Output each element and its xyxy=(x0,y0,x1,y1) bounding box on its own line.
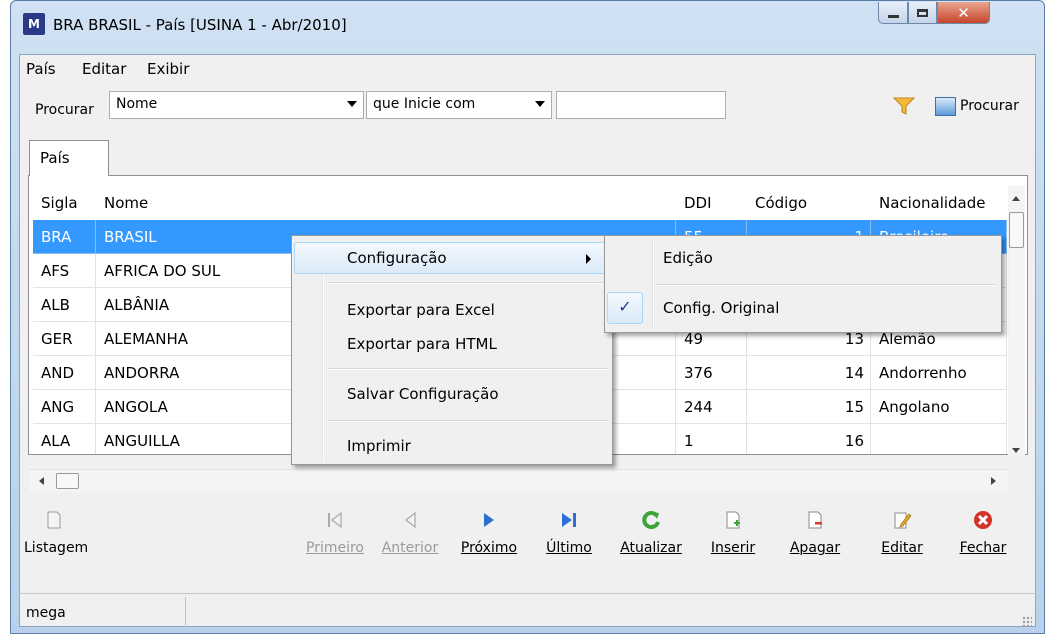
filter-funnel-icon[interactable] xyxy=(893,96,915,116)
search-button[interactable]: Procurar xyxy=(935,93,1019,119)
menu-item-config-original[interactable]: Config. Original xyxy=(607,292,997,324)
menu-separator xyxy=(328,282,608,284)
resize-grip-icon[interactable] xyxy=(1022,616,1032,626)
insert-record-icon xyxy=(726,511,740,529)
search-label: Procurar xyxy=(35,102,94,118)
menu-separator xyxy=(328,368,608,370)
listagem-button[interactable]: Listagem xyxy=(24,500,88,556)
window-title: BRA BRASIL - País [USINA 1 - Abr/2010] xyxy=(53,16,347,34)
scroll-up-icon[interactable] xyxy=(1012,196,1020,201)
menu-item-imprimir[interactable]: Imprimir xyxy=(294,430,608,462)
menu-item-edicao[interactable]: Edição xyxy=(607,242,997,274)
close-button[interactable]: ✕ xyxy=(937,2,990,24)
delete-button[interactable]: Apagar xyxy=(786,500,844,556)
vertical-scroll-thumb[interactable] xyxy=(1009,212,1024,248)
delete-record-icon xyxy=(808,511,822,529)
cell-sigla[interactable]: GER xyxy=(33,322,96,356)
status-bar: mega xyxy=(18,593,1036,630)
menu-bar: País Editar Exibir xyxy=(20,55,1035,81)
cell-sigla[interactable]: ALB xyxy=(33,288,96,322)
cell-nacionalidade[interactable]: Angolano xyxy=(871,390,1007,424)
menu-item-exportar-excel[interactable]: Exportar para Excel xyxy=(294,294,608,326)
last-record-icon xyxy=(562,513,576,527)
previous-record-button[interactable]: Anterior xyxy=(374,500,446,556)
cell-ddi[interactable]: 244 xyxy=(676,390,747,424)
chevron-down-icon xyxy=(535,101,545,107)
scroll-right-icon[interactable] xyxy=(991,477,996,485)
close-window-button[interactable]: Fechar xyxy=(953,500,1013,556)
horizontal-scroll-thumb[interactable] xyxy=(56,473,79,489)
first-record-button[interactable]: Primeiro xyxy=(304,500,366,556)
previous-record-icon xyxy=(405,511,416,529)
menu-item-exportar-html[interactable]: Exportar para HTML xyxy=(294,328,608,360)
tab-pais[interactable]: País xyxy=(29,140,109,176)
next-record-button[interactable]: Próximo xyxy=(452,500,526,556)
cell-sigla[interactable]: AFS xyxy=(33,254,96,288)
column-header-nome[interactable]: Nome xyxy=(96,186,676,220)
column-header-ddi[interactable]: DDI xyxy=(676,186,747,220)
cell-codigo[interactable]: 16 xyxy=(747,424,871,454)
menu-item-configuracao[interactable]: Configuração xyxy=(294,242,608,274)
edit-button[interactable]: Editar xyxy=(876,500,928,556)
status-user: mega xyxy=(20,597,186,627)
cell-ddi[interactable]: 1 xyxy=(676,424,747,454)
title-bar[interactable]: M BRA BRASIL - País [USINA 1 - Abr/2010]… xyxy=(11,1,1044,54)
last-record-button[interactable]: Último xyxy=(540,500,598,556)
menu-editar[interactable]: Editar xyxy=(82,60,126,78)
cell-codigo[interactable]: 14 xyxy=(747,356,871,390)
scroll-down-icon[interactable] xyxy=(1012,448,1020,453)
cell-nacionalidade[interactable]: Andorrenho xyxy=(871,356,1007,390)
cell-codigo[interactable]: 15 xyxy=(747,390,871,424)
minimize-button[interactable] xyxy=(878,2,908,24)
search-input[interactable] xyxy=(556,91,726,119)
tab-pais-label: País xyxy=(40,149,70,167)
column-header-nacionalidade[interactable]: Nacionalidade xyxy=(871,186,1007,220)
refresh-button[interactable]: Atualizar xyxy=(612,500,690,556)
cell-sigla[interactable]: ANG xyxy=(33,390,96,424)
close-icon: ✕ xyxy=(957,3,970,22)
menu-exibir[interactable]: Exibir xyxy=(147,60,189,78)
menu-separator xyxy=(657,284,997,286)
menu-item-salvar-configuracao[interactable]: Salvar Configuração xyxy=(294,378,608,410)
search-button-label: Procurar xyxy=(960,98,1019,114)
horizontal-scrollbar[interactable] xyxy=(29,469,1008,492)
refresh-icon xyxy=(642,511,660,530)
navigation-toolbar: Listagem Primeiro Anterior Próximo Últim… xyxy=(18,500,1028,588)
next-record-icon xyxy=(484,513,494,527)
submenu-arrow-icon xyxy=(586,254,591,264)
menu-pais[interactable]: País xyxy=(26,60,56,78)
context-menu: Configuração Exportar para Excel Exporta… xyxy=(291,235,613,465)
insert-button[interactable]: Inserir xyxy=(706,500,760,556)
cell-sigla[interactable]: AND xyxy=(33,356,96,390)
maximize-icon xyxy=(917,8,928,17)
search-field-value: Nome xyxy=(116,96,158,112)
grid-header-row: Sigla Nome DDI Código Nacionalidade xyxy=(33,186,1007,220)
search-field-select[interactable]: Nome xyxy=(109,91,364,119)
first-record-icon xyxy=(328,511,342,529)
menu-separator xyxy=(328,420,608,422)
maximize-button[interactable] xyxy=(908,2,937,24)
cell-ddi[interactable]: 376 xyxy=(676,356,747,390)
report-page-icon xyxy=(47,511,61,529)
configuracao-submenu: Edição ✓ Config. Original xyxy=(604,235,1002,333)
app-logo-icon[interactable]: M xyxy=(23,13,45,35)
vertical-scrollbar[interactable] xyxy=(1008,186,1025,456)
cell-sigla[interactable]: ALA xyxy=(33,424,96,454)
scroll-left-icon[interactable] xyxy=(39,477,44,485)
cell-nacionalidade[interactable] xyxy=(871,424,1007,454)
chevron-down-icon xyxy=(347,101,357,107)
minimize-icon xyxy=(887,15,899,18)
column-header-sigla[interactable]: Sigla xyxy=(33,186,96,220)
column-header-codigo[interactable]: Código xyxy=(747,186,871,220)
search-mode-value: que Inicie com xyxy=(373,96,476,112)
search-icon xyxy=(935,96,956,116)
edit-record-icon xyxy=(894,512,912,529)
search-mode-select[interactable]: que Inicie com xyxy=(366,91,552,119)
cell-sigla[interactable]: BRA xyxy=(33,220,96,254)
close-circle-icon xyxy=(974,511,992,529)
